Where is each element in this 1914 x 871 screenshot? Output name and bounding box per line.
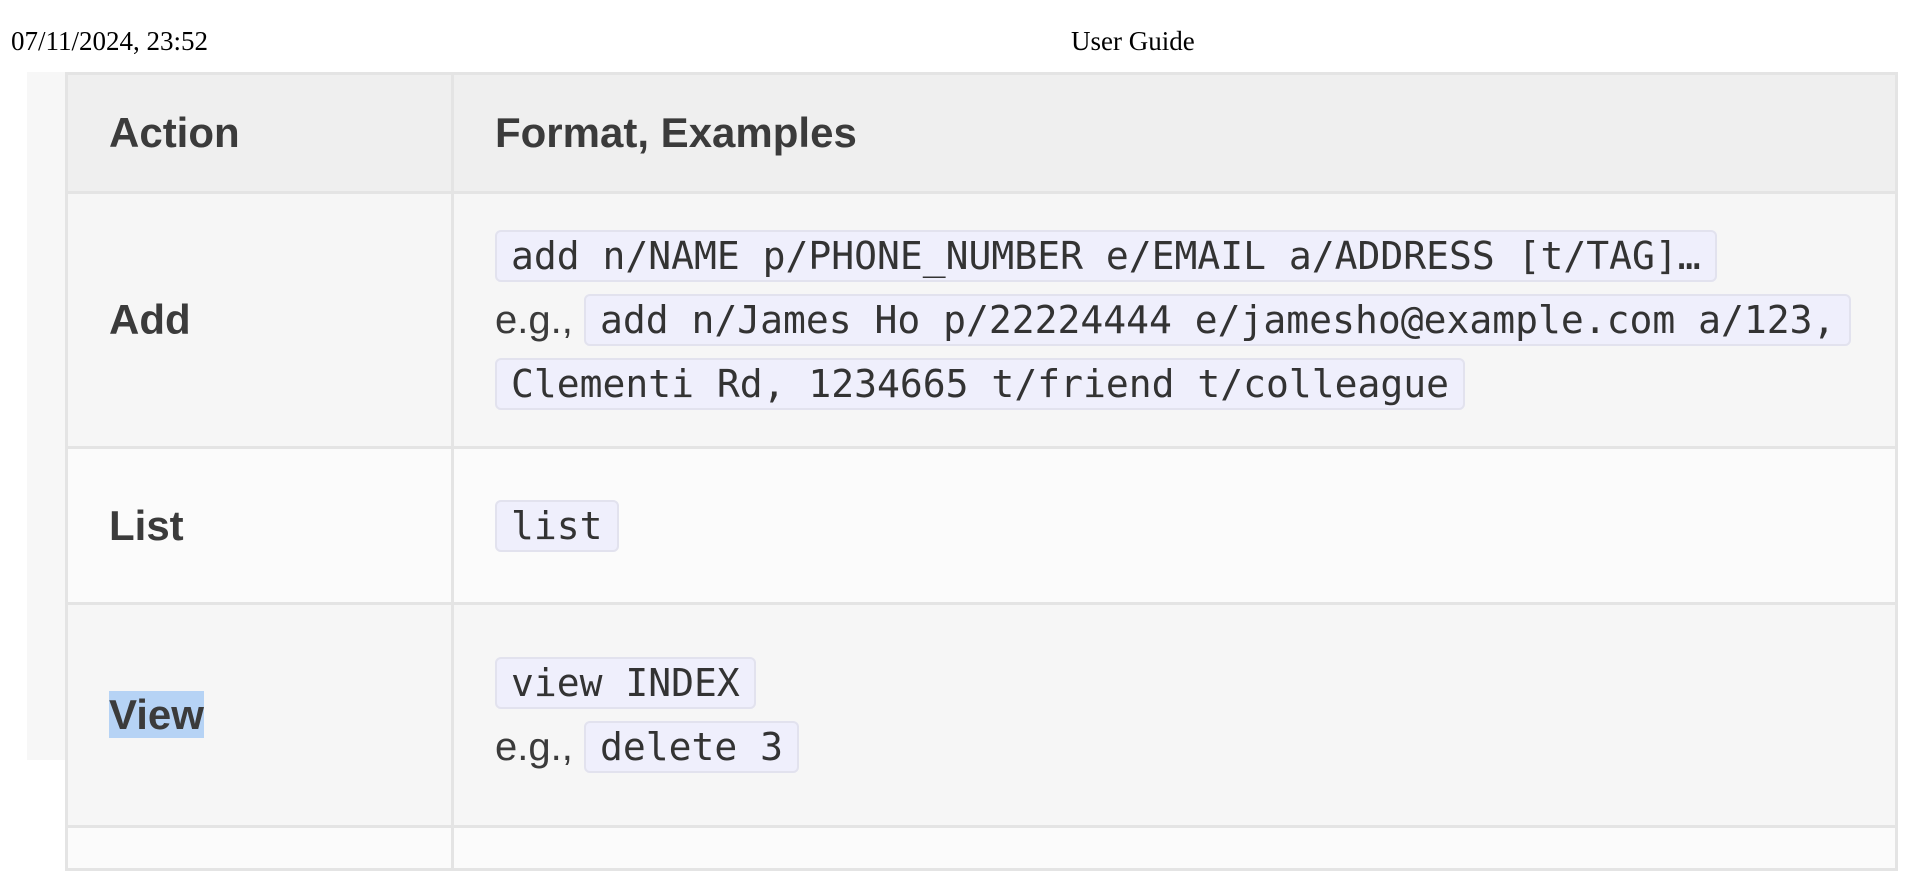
- selected-action-text[interactable]: View: [109, 691, 204, 738]
- action-cell-view: View: [65, 602, 454, 828]
- table-row-partial: [65, 825, 1898, 871]
- format-cell-view: view INDEX e.g., delete 3: [451, 602, 1898, 828]
- format-cell-list: list: [451, 446, 1898, 605]
- example-prefix: e.g.,: [495, 725, 573, 769]
- print-document-title: User Guide: [1071, 26, 1195, 56]
- table-row-list: List list: [65, 446, 1898, 605]
- action-cell-add: Add: [65, 191, 454, 449]
- command-example-code: add n/James Ho p/22224444 e/jamesho@exam…: [495, 294, 1852, 410]
- command-example-code: delete 3: [583, 721, 799, 773]
- example-prefix: e.g.,: [495, 298, 573, 342]
- format-cell-add: add n/NAME p/PHONE_NUMBER e/EMAIL a/ADDR…: [451, 191, 1898, 449]
- command-format-code: add n/NAME p/PHONE_NUMBER e/EMAIL a/ADDR…: [495, 230, 1717, 282]
- table-row-view: View view INDEX e.g., delete 3: [65, 602, 1898, 828]
- page-left-gutter: [27, 72, 65, 760]
- format-cell-partial: [451, 825, 1898, 871]
- table-row-add: Add add n/NAME p/PHONE_NUMBER e/EMAIL a/…: [65, 191, 1898, 449]
- action-cell-partial: [65, 825, 454, 871]
- column-header-action: Action: [65, 72, 454, 194]
- print-header: 07/11/2024, 23:52 User Guide: [0, 26, 1914, 62]
- command-format-code: list: [495, 499, 619, 552]
- command-summary-table: Action Format, Examples Add add n/NAME p…: [65, 72, 1898, 871]
- column-header-format: Format, Examples: [451, 72, 1898, 194]
- command-format-code: view INDEX: [495, 657, 756, 709]
- table-header-row: Action Format, Examples: [65, 72, 1898, 194]
- print-datetime: 07/11/2024, 23:52: [11, 26, 209, 56]
- action-cell-list: List: [65, 446, 454, 605]
